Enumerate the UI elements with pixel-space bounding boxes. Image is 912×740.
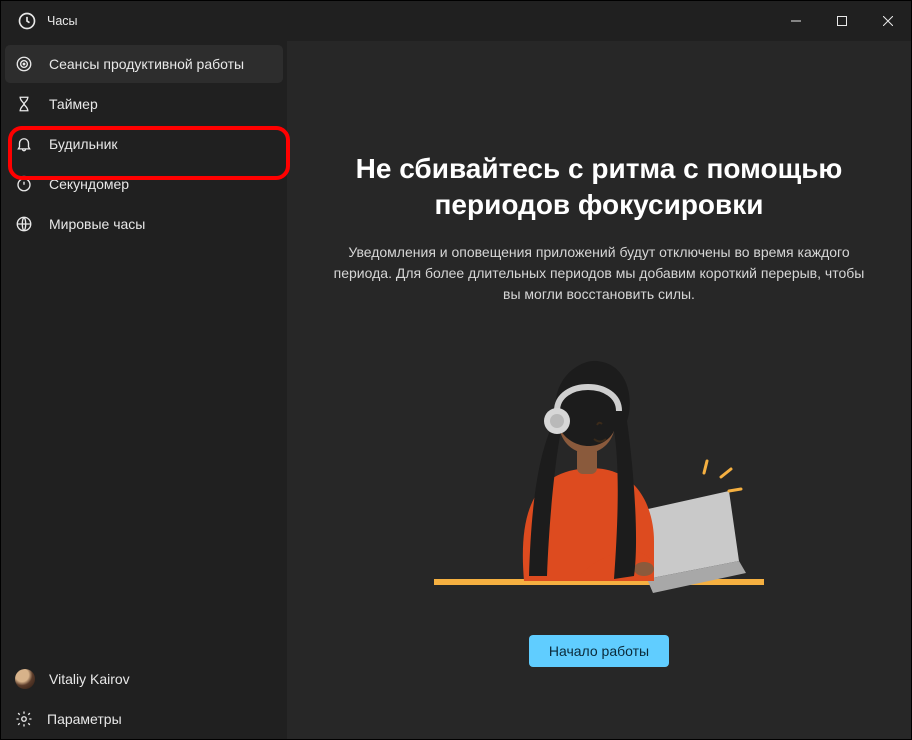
sidebar-item-label: Таймер bbox=[49, 96, 98, 112]
sidebar: Сеансы продуктивной работы Таймер Будиль… bbox=[1, 41, 287, 739]
stopwatch-icon bbox=[15, 175, 33, 193]
maximize-button[interactable] bbox=[819, 1, 865, 41]
sidebar-item-label: Будильник bbox=[49, 136, 118, 152]
sidebar-nav: Сеансы продуктивной работы Таймер Будиль… bbox=[1, 45, 287, 243]
page-description: Уведомления и оповещения приложений буду… bbox=[329, 242, 869, 305]
titlebar: Часы bbox=[1, 1, 911, 41]
app-clock-icon bbox=[17, 11, 37, 31]
gear-icon bbox=[15, 710, 33, 728]
app-title: Часы bbox=[47, 14, 78, 28]
window-controls bbox=[773, 1, 911, 41]
main-content: Не сбивайтесь с ритма с помощью периодов… bbox=[287, 41, 911, 739]
settings-button[interactable]: Параметры bbox=[1, 699, 287, 739]
sidebar-item-focus-sessions[interactable]: Сеансы продуктивной работы bbox=[5, 45, 283, 83]
page-title: Не сбивайтесь с ритма с помощью периодов… bbox=[319, 151, 879, 224]
close-button[interactable] bbox=[865, 1, 911, 41]
sidebar-item-label: Сеансы продуктивной работы bbox=[49, 56, 244, 72]
bell-icon bbox=[15, 135, 33, 153]
user-name: Vitaliy Kairov bbox=[49, 671, 130, 687]
sidebar-item-alarm[interactable]: Будильник bbox=[5, 125, 283, 163]
user-account-button[interactable]: Vitaliy Kairov bbox=[1, 659, 287, 699]
avatar bbox=[15, 669, 35, 689]
sidebar-item-label: Секундомер bbox=[49, 176, 129, 192]
start-button[interactable]: Начало работы bbox=[529, 635, 669, 667]
sidebar-item-timer[interactable]: Таймер bbox=[5, 85, 283, 123]
sidebar-item-world-clock[interactable]: Мировые часы bbox=[5, 205, 283, 243]
focus-illustration bbox=[429, 351, 769, 601]
settings-label: Параметры bbox=[47, 711, 122, 727]
globe-icon bbox=[15, 215, 33, 233]
hourglass-icon bbox=[15, 95, 33, 113]
minimize-button[interactable] bbox=[773, 1, 819, 41]
sidebar-item-stopwatch[interactable]: Секундомер bbox=[5, 165, 283, 203]
sidebar-item-label: Мировые часы bbox=[49, 216, 145, 232]
focus-icon bbox=[15, 55, 33, 73]
